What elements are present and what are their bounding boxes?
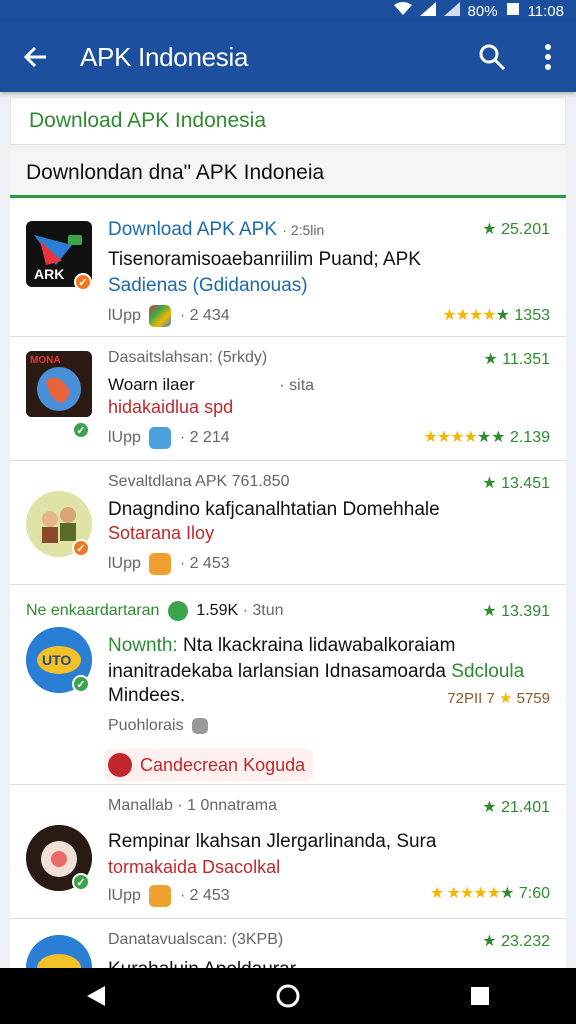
list-item[interactable]: ARK ✓ Download APK APK · 2:5lin ★ 25.201… <box>10 199 566 337</box>
app-title: Danatavualscan: (3KPB) <box>108 931 284 948</box>
battery-percent: 80% <box>467 2 498 20</box>
app-meta: lUpp · 2 453 <box>108 885 230 907</box>
badge-icon: ✓ <box>74 273 92 291</box>
list-item[interactable]: ✓ Sevaltdlana APK 761.850 ★ 13.451 Dnagn… <box>10 461 566 585</box>
app-title: Download APK APK · 2:5lin <box>108 219 325 240</box>
list-item[interactable]: MONA ✓ Dasaitslahsan: (5rkdy) ★ 11.351 W… <box>10 337 566 461</box>
signal-icon <box>419 2 436 20</box>
app-bar: APK Indonesia <box>0 22 576 92</box>
star-icon: ★ <box>499 690 513 707</box>
sunglasses-app-icon-2 <box>26 935 92 969</box>
stars-icon: ★ ★★★★ <box>429 885 501 902</box>
star-rating: ★★★★★ 1353 <box>442 307 550 324</box>
app-description: Nownth: Nta lkackraina lidawabalkoraiam <box>108 635 456 656</box>
app-subtitle: Sotarana Iloy <box>108 523 215 543</box>
section-title: Downlondan dna" APK Indoneia <box>26 160 325 184</box>
app-mini-icon <box>149 885 172 907</box>
app-mini-icon <box>192 717 209 734</box>
svg-text:UTO: UTO <box>42 652 71 668</box>
list-item[interactable]: Manallab · 1 0nnatrama ★ 21.401 ✓ Rempin… <box>10 785 566 919</box>
star-icon: ★ <box>482 603 497 620</box>
back-triangle-icon <box>87 986 105 1006</box>
banner-text: Download APK Indonesia <box>29 109 266 132</box>
home-circle-icon <box>276 984 300 1008</box>
app-mini-icon <box>149 305 172 327</box>
check-icon: ✓ <box>72 421 90 439</box>
app-subtitle: Sadienas (Gdidanouas) <box>108 275 308 296</box>
badge-icon: ✓ <box>72 539 90 557</box>
back-button[interactable] <box>0 22 70 92</box>
more-vertical-icon <box>545 44 551 70</box>
app-meta: lUpp · 2 453 <box>108 553 230 575</box>
svg-text:ARK: ARK <box>34 266 64 282</box>
rating: ★ 23.232 <box>482 933 550 950</box>
home-nav-button[interactable] <box>258 968 318 1024</box>
signal-icon-2 <box>443 2 460 20</box>
star-rating: ★★★★★★ 2.139 <box>423 429 550 446</box>
stars-icon: ★★★★ <box>423 429 477 446</box>
list-item[interactable]: Danatavualscan: (3KPB) ★ 23.232 Kurahalu… <box>10 919 566 969</box>
app-description: Tisenoramisoaebanriilim Puand; APK <box>108 249 421 270</box>
star-icon: ★ <box>482 933 497 950</box>
list-item[interactable]: Ne enkaardartaran 1.59K · 3tun ★ 13.391 … <box>10 585 566 785</box>
app-subtitle: tormakaida Dsacolkal <box>108 857 281 877</box>
app-meta: lUpp · 2 214 <box>108 427 230 449</box>
app-subtitle: hidakaidlua spd <box>108 397 234 417</box>
star-icon: ★ <box>482 221 497 238</box>
check-icon: ✓ <box>72 873 90 891</box>
rating: ★ 25.201 <box>482 221 550 238</box>
tag-chip[interactable]: Candecrean Koguda <box>104 749 314 781</box>
star-rating: ★ ★★★★★ 7:60 <box>429 885 550 902</box>
system-nav-bar <box>0 968 576 1024</box>
star-icon: ★ <box>482 475 497 492</box>
app-meta: Puohlorais <box>108 717 212 735</box>
app-mini-icon <box>149 553 172 575</box>
play-icon <box>167 601 188 621</box>
rating: ★ 21.401 <box>482 799 550 816</box>
app-list: ARK ✓ Download APK APK · 2:5lin ★ 25.201… <box>10 199 566 969</box>
wifi-icon <box>393 2 412 20</box>
globe-app-icon: MONA <box>26 351 92 417</box>
avatar <box>108 753 132 777</box>
app-description-3: Mindees. <box>108 685 186 706</box>
post-time: · 2:5lin <box>282 222 325 238</box>
download-banner[interactable]: Download APK Indonesia <box>10 97 566 145</box>
stars-icon: ★★★★ <box>442 307 496 324</box>
app-mini-icon <box>149 427 172 449</box>
section-header: Downlondan dna" APK Indoneia <box>10 150 566 198</box>
back-nav-button[interactable] <box>66 968 126 1024</box>
app-description: Dnagndino kafjcanalhtatian Domehhale <box>108 499 440 520</box>
card-header: Ne enkaardartaran 1.59K · 3tun <box>26 601 284 621</box>
search-icon <box>479 44 506 71</box>
svg-text:MONA: MONA <box>30 355 61 366</box>
app-description: Woarn ilaer · sita <box>108 375 315 394</box>
side-label: 72PII 7 ★ 5759 <box>447 690 550 707</box>
rating: ★ 13.391 <box>482 603 550 620</box>
star-icon: ★ <box>483 351 498 368</box>
rating: ★ 11.351 <box>483 351 550 368</box>
app-description: Rempinar lkahsan Jlergarlinanda, Sura <box>108 831 437 852</box>
arrow-left-icon <box>23 46 46 68</box>
app-title: Dasaitslahsan: (5rkdy) <box>108 349 268 366</box>
battery-icon <box>506 2 520 20</box>
rating: ★ 13.451 <box>482 475 550 492</box>
status-bar: 80% 11:08 <box>0 0 576 22</box>
app-meta: lUpp · 2 434 <box>108 305 230 327</box>
recents-nav-button[interactable] <box>450 968 510 1024</box>
search-button[interactable] <box>464 22 520 92</box>
app-title: Manallab · 1 0nnatrama <box>108 797 277 814</box>
clock: 11:08 <box>527 2 564 20</box>
app-title: Sevaltdlana APK 761.850 <box>108 473 290 490</box>
app-description-2: inanitradekaba larlansian Idnasamoarda S… <box>108 661 525 682</box>
star-icon: ★ <box>482 799 497 816</box>
recents-square-icon <box>471 987 489 1005</box>
check-icon: ✓ <box>72 675 90 693</box>
overflow-menu-button[interactable] <box>520 22 576 92</box>
page-title: APK Indonesia <box>80 41 249 72</box>
